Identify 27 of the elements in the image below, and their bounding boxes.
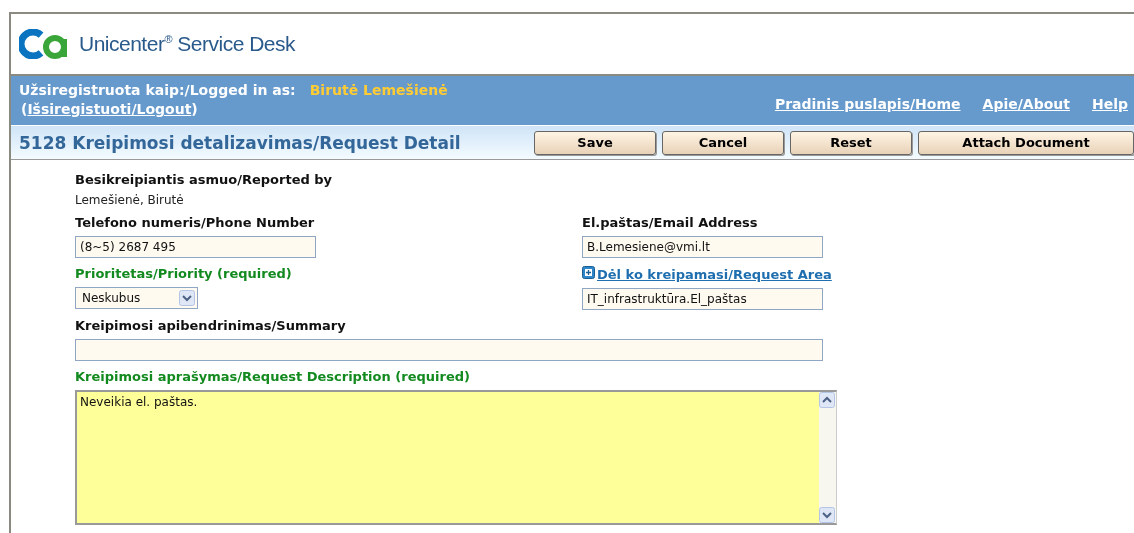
field-label: Prioritetas/Priority (required) (75, 266, 293, 281)
field-label: Besikreipiantis asmuo/Reported by (75, 172, 334, 187)
product-name: Unicenter$^{®}$ Service Desk (79, 32, 296, 57)
toolbar-button[interactable]: Save (534, 130, 656, 155)
priority-dropdown[interactable]: Neskubus (75, 287, 198, 309)
scroll-down-icon[interactable] (819, 507, 835, 523)
toolbar-button[interactable]: Cancel (662, 130, 784, 155)
expand-icon[interactable] (582, 266, 595, 279)
reported-by-value: Lemešienė, Birutė (75, 193, 185, 207)
description-field[interactable]: Neveikia el. paštas. (75, 390, 837, 525)
scroll-up-icon[interactable] (819, 392, 835, 408)
toolbar-button[interactable]: Attach Document (918, 130, 1134, 155)
email-field[interactable]: B.Lemesiene@vmi.lt (582, 236, 823, 258)
request-area-field[interactable]: IT_infrastruktūra.El_paštas (582, 288, 823, 310)
page-title: 5128 Kreipimosi detalizavimas/Request Detail (19, 132, 461, 153)
phone-field[interactable]: (8~5) 2687 495 (75, 236, 316, 258)
parenthesis: ( (21, 101, 28, 118)
field-label: Telefono numeris/Phone Number (75, 215, 316, 230)
field-label: Kreipimosi apibendrinimas/Summary (75, 318, 347, 333)
logged-in-label: Užsiregistruota kaip:/Logged in as: (19, 82, 296, 99)
field-label: El.paštas/Email Address (582, 215, 759, 230)
request-area-link[interactable]: Dėl ko kreipamasi/Request Area (597, 267, 832, 282)
user-name: Birutė Lemešienė (309, 82, 448, 99)
toolbar-button[interactable]: Reset (790, 130, 912, 155)
summary-field[interactable] (75, 339, 823, 361)
parenthesis: ) (191, 101, 198, 118)
field-label: Kreipimosi aprašymas/Request Description (required) (75, 369, 471, 384)
